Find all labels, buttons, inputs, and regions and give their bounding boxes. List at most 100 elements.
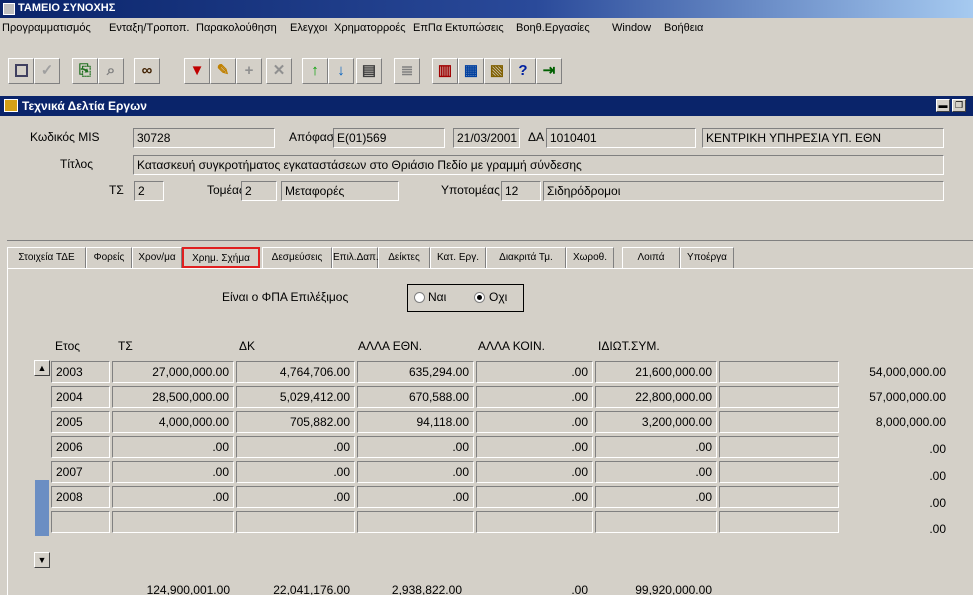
table-scrollbar[interactable]: ▲ ▼ — [34, 360, 50, 568]
menu-aux-tasks[interactable]: Βοηθ.Εργασίες — [516, 22, 590, 34]
tab-tde-info[interactable]: Στοιχεία ΤΔΕ — [7, 247, 86, 268]
menu-checks[interactable]: Ελεγχοι — [290, 22, 327, 34]
cell-idiot[interactable]: 3,200,000.00 — [595, 411, 717, 433]
cell-ts[interactable]: 27,000,000.00 — [112, 361, 234, 383]
notes-icon[interactable]: ▥ — [432, 58, 458, 84]
tab-agencies[interactable]: Φορείς — [86, 247, 132, 268]
cell-alla-koin[interactable]: .00 — [476, 436, 593, 458]
cell-extra[interactable] — [719, 436, 839, 458]
cell-ts[interactable]: .00 — [112, 461, 234, 483]
cell-extra[interactable] — [719, 511, 839, 533]
edit-icon[interactable]: ✎ — [210, 58, 236, 84]
cell-idiot[interactable]: .00 — [595, 486, 717, 508]
subsector-name-field[interactable]: Σιδηρόδρομοι — [543, 181, 944, 201]
cell-alla-koin[interactable]: .00 — [476, 411, 593, 433]
search-icon[interactable]: ⌕ — [98, 58, 124, 84]
title-field[interactable]: Κατασκευή συγκροτήματος εγκαταστάσεων στ… — [133, 155, 944, 175]
cell-year[interactable]: 2004 — [51, 386, 110, 408]
cell-idiot[interactable]: .00 — [595, 461, 717, 483]
cell-alla-koin[interactable]: .00 — [476, 386, 593, 408]
minimize-button[interactable]: ▬ — [936, 99, 950, 112]
cell-dk[interactable]: .00 — [236, 486, 355, 508]
cell-alla-ethn[interactable]: .00 — [357, 436, 474, 458]
cell-extra[interactable] — [719, 386, 839, 408]
cell-dk[interactable]: 705,882.00 — [236, 411, 355, 433]
decision-field[interactable]: E(01)569 — [333, 128, 445, 148]
menu-cashflows[interactable]: Χρηματορροές — [334, 22, 406, 34]
cell-alla-ethn[interactable]: 635,294.00 — [357, 361, 474, 383]
insert-row-icon[interactable]: + — [236, 58, 262, 84]
cell-year[interactable] — [51, 511, 110, 533]
scroll-down-icon[interactable]: ▼ — [34, 552, 50, 568]
cell-ts[interactable]: .00 — [112, 486, 234, 508]
cell-ts[interactable]: .00 — [112, 436, 234, 458]
cell-year[interactable]: 2003 — [51, 361, 110, 383]
mis-field[interactable]: 30728 — [133, 128, 275, 148]
cell-ts[interactable]: 4,000,000.00 — [112, 411, 234, 433]
tab-subprojects[interactable]: Υποέργα — [680, 247, 734, 268]
maximize-button[interactable]: ❐ — [952, 99, 966, 112]
save-icon[interactable] — [8, 58, 34, 84]
menu-window[interactable]: Window — [612, 22, 651, 34]
check-icon[interactable]: ✓ — [34, 58, 60, 84]
binoculars-icon[interactable]: ∞ — [134, 58, 160, 84]
menu-monitoring[interactable]: Παρακολούθηση — [196, 22, 277, 34]
cell-dk[interactable]: 5,029,412.00 — [236, 386, 355, 408]
tab-indicators[interactable]: Δείκτες — [378, 247, 430, 268]
vat-yes-radio[interactable] — [414, 292, 425, 303]
cell-extra[interactable] — [719, 361, 839, 383]
cell-alla-ethn[interactable] — [357, 511, 474, 533]
vat-no-radio[interactable] — [474, 292, 485, 303]
cell-extra[interactable] — [719, 461, 839, 483]
cell-idiot[interactable]: 22,800,000.00 — [595, 386, 717, 408]
delete-row-icon[interactable]: ✕ — [266, 58, 292, 84]
tab-timeline[interactable]: Χρον/μα — [132, 247, 182, 268]
cell-idiot[interactable]: .00 — [595, 436, 717, 458]
da-code-field[interactable]: 1010401 — [546, 128, 696, 148]
cell-alla-ethn[interactable]: 670,588.00 — [357, 386, 474, 408]
menu-inclusion[interactable]: Ενταξη/Τροποπ. — [109, 22, 189, 34]
cell-year[interactable]: 2005 — [51, 411, 110, 433]
help-icon[interactable]: ? — [510, 58, 536, 84]
sector-name-field[interactable]: Μεταφορές — [281, 181, 399, 201]
cell-ts[interactable] — [112, 511, 234, 533]
menu-eppa[interactable]: ΕπΠα — [413, 22, 442, 34]
cell-alla-koin[interactable]: .00 — [476, 361, 593, 383]
cell-year[interactable]: 2008 — [51, 486, 110, 508]
tab-financial-scheme[interactable]: Χρημ. Σχήμα — [182, 247, 260, 268]
cell-alla-ethn[interactable]: .00 — [357, 486, 474, 508]
cell-idiot[interactable] — [595, 511, 717, 533]
tab-commitments[interactable]: Δεσμεύσεις — [262, 247, 332, 268]
tab-eligible-expenses[interactable]: Επιλ.Δαπ. — [332, 247, 379, 268]
arrow-down-icon[interactable]: ↓ — [328, 58, 354, 84]
subsector-code-field[interactable]: 12 — [501, 181, 541, 201]
menu-programming[interactable]: Προγραμματισμός — [2, 22, 91, 34]
cell-dk[interactable]: .00 — [236, 461, 355, 483]
cell-alla-koin[interactable]: .00 — [476, 486, 593, 508]
filter-icon[interactable]: ▼ — [184, 58, 210, 84]
cell-dk[interactable]: .00 — [236, 436, 355, 458]
clipboard-icon[interactable]: ▧ — [484, 58, 510, 84]
cell-alla-ethn[interactable]: 94,118.00 — [357, 411, 474, 433]
menu-printouts[interactable]: Εκτυπώσεις — [445, 22, 504, 34]
print-icon[interactable]: ▤ — [356, 58, 382, 84]
cell-alla-koin[interactable]: .00 — [476, 461, 593, 483]
cell-year[interactable]: 2007 — [51, 461, 110, 483]
report-icon[interactable]: ▦ — [458, 58, 484, 84]
cell-extra[interactable] — [719, 411, 839, 433]
scroll-up-icon[interactable]: ▲ — [34, 360, 50, 376]
list-icon[interactable]: ≣ — [394, 58, 420, 84]
arrow-up-icon[interactable]: ↑ — [302, 58, 328, 84]
sector-code-field[interactable]: 2 — [241, 181, 277, 201]
cell-idiot[interactable]: 21,600,000.00 — [595, 361, 717, 383]
da-name-field[interactable]: ΚΕΝΤΡΙΚΗ ΥΠΗΡΕΣΙΑ ΥΠ. ΕΘΝ — [702, 128, 944, 148]
cell-extra[interactable] — [719, 486, 839, 508]
tab-distinct-parts[interactable]: Διακριτά Τμ. — [486, 247, 566, 268]
cell-alla-ethn[interactable]: .00 — [357, 461, 474, 483]
tab-location[interactable]: Χωροθ. — [566, 247, 614, 268]
scroll-thumb[interactable] — [35, 480, 49, 536]
exit-icon[interactable]: ⇥ — [536, 58, 562, 84]
tab-work-categories[interactable]: Κατ. Εργ. — [430, 247, 486, 268]
cell-dk[interactable] — [236, 511, 355, 533]
cell-year[interactable]: 2006 — [51, 436, 110, 458]
